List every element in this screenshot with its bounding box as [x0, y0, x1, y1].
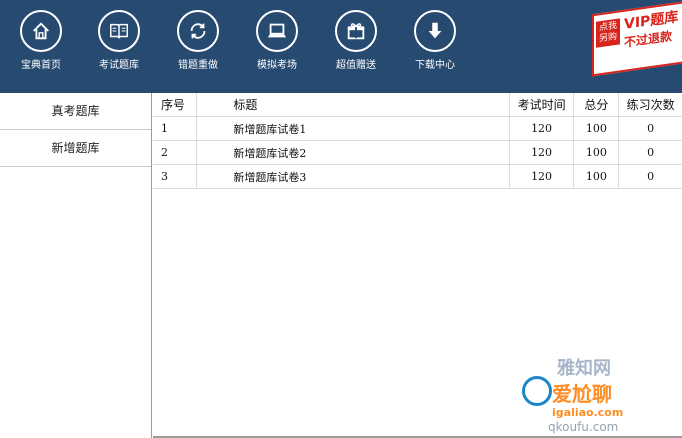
watermark-line1: 雅知网	[557, 358, 611, 379]
nav-exam-bank-label: 考试题库	[99, 60, 139, 71]
table-row[interactable]: 1 新增题库试卷1 120 100 0	[153, 116, 682, 141]
header-count[interactable]: 练习次数	[618, 93, 682, 117]
table-row[interactable]: 3 新增题库试卷3 120 100 0	[153, 164, 682, 189]
sidebar-item-real-exam-bank[interactable]: 真考题库	[0, 93, 151, 130]
nav-home[interactable]: 宝典首页	[2, 10, 80, 71]
row-score: 100	[573, 164, 620, 189]
watermark-url2: qkoufu.com	[548, 420, 619, 434]
row-count: 0	[618, 140, 682, 165]
laptop-icon	[256, 10, 298, 52]
nav-mock-exam[interactable]: 模拟考场	[238, 10, 316, 71]
nav-download-label: 下载中心	[415, 60, 455, 71]
row-no: 3	[153, 164, 198, 189]
watermark-line2: 爱尬聊	[552, 382, 612, 406]
exam-table: 序号 标题 考试时间 总分 练习次数 1 新增题库试卷1 120 100 0 2…	[153, 93, 682, 189]
row-count: 0	[618, 116, 682, 141]
nav-exam-bank[interactable]: 考试题库	[80, 10, 158, 71]
header-time[interactable]: 考试时间	[509, 93, 575, 117]
gift-icon	[335, 10, 377, 52]
sidebar: 真考题库 新增题库	[0, 93, 152, 438]
row-no: 1	[153, 116, 198, 141]
nav-gift[interactable]: 超值赠送	[317, 10, 395, 71]
nav-mock-exam-label: 模拟考场	[257, 60, 297, 71]
exam-list-panel: 序号 标题 考试时间 总分 练习次数 1 新增题库试卷1 120 100 0 2…	[153, 93, 682, 438]
row-title[interactable]: 新增题库试卷3	[196, 164, 510, 189]
row-title[interactable]: 新增题库试卷2	[196, 140, 510, 165]
table-row[interactable]: 2 新增题库试卷2 120 100 0	[153, 140, 682, 165]
watermark-logo-icon	[522, 376, 552, 406]
download-icon	[414, 10, 456, 52]
nav-home-label: 宝典首页	[21, 60, 61, 71]
header-score[interactable]: 总分	[573, 93, 620, 117]
table-header-row: 序号 标题 考试时间 总分 练习次数	[153, 93, 682, 117]
header-no[interactable]: 序号	[153, 93, 198, 117]
watermark-url: igaliao.com	[552, 406, 624, 419]
vip-promo-banner[interactable]: 点我另购 VIP题库 不过退款	[592, 1, 682, 77]
row-no: 2	[153, 140, 198, 165]
book-icon	[98, 10, 140, 52]
nav-gift-label: 超值赠送	[336, 60, 376, 71]
nav-redo-wrong[interactable]: 错题重做	[159, 10, 237, 71]
nav-redo-wrong-label: 错题重做	[178, 60, 218, 71]
nav-download[interactable]: 下载中心	[396, 10, 474, 71]
row-time: 120	[509, 140, 575, 165]
row-count: 0	[618, 164, 682, 189]
top-toolbar: 宝典首页 考试题库 错题重做 模拟考场 超值赠送 下载中心 点我另购 VIP题库…	[0, 0, 682, 93]
refresh-icon	[177, 10, 219, 52]
row-time: 120	[509, 116, 575, 141]
header-title[interactable]: 标题	[196, 93, 510, 117]
row-time: 120	[509, 164, 575, 189]
row-score: 100	[573, 116, 620, 141]
row-score: 100	[573, 140, 620, 165]
row-title[interactable]: 新增题库试卷1	[196, 116, 510, 141]
home-icon	[20, 10, 62, 52]
promo-tag: 点我另购	[596, 18, 620, 48]
sidebar-item-new-bank[interactable]: 新增题库	[0, 130, 151, 167]
watermark: 雅知网 爱尬聊 igaliao.com qkoufu.com	[522, 354, 682, 438]
